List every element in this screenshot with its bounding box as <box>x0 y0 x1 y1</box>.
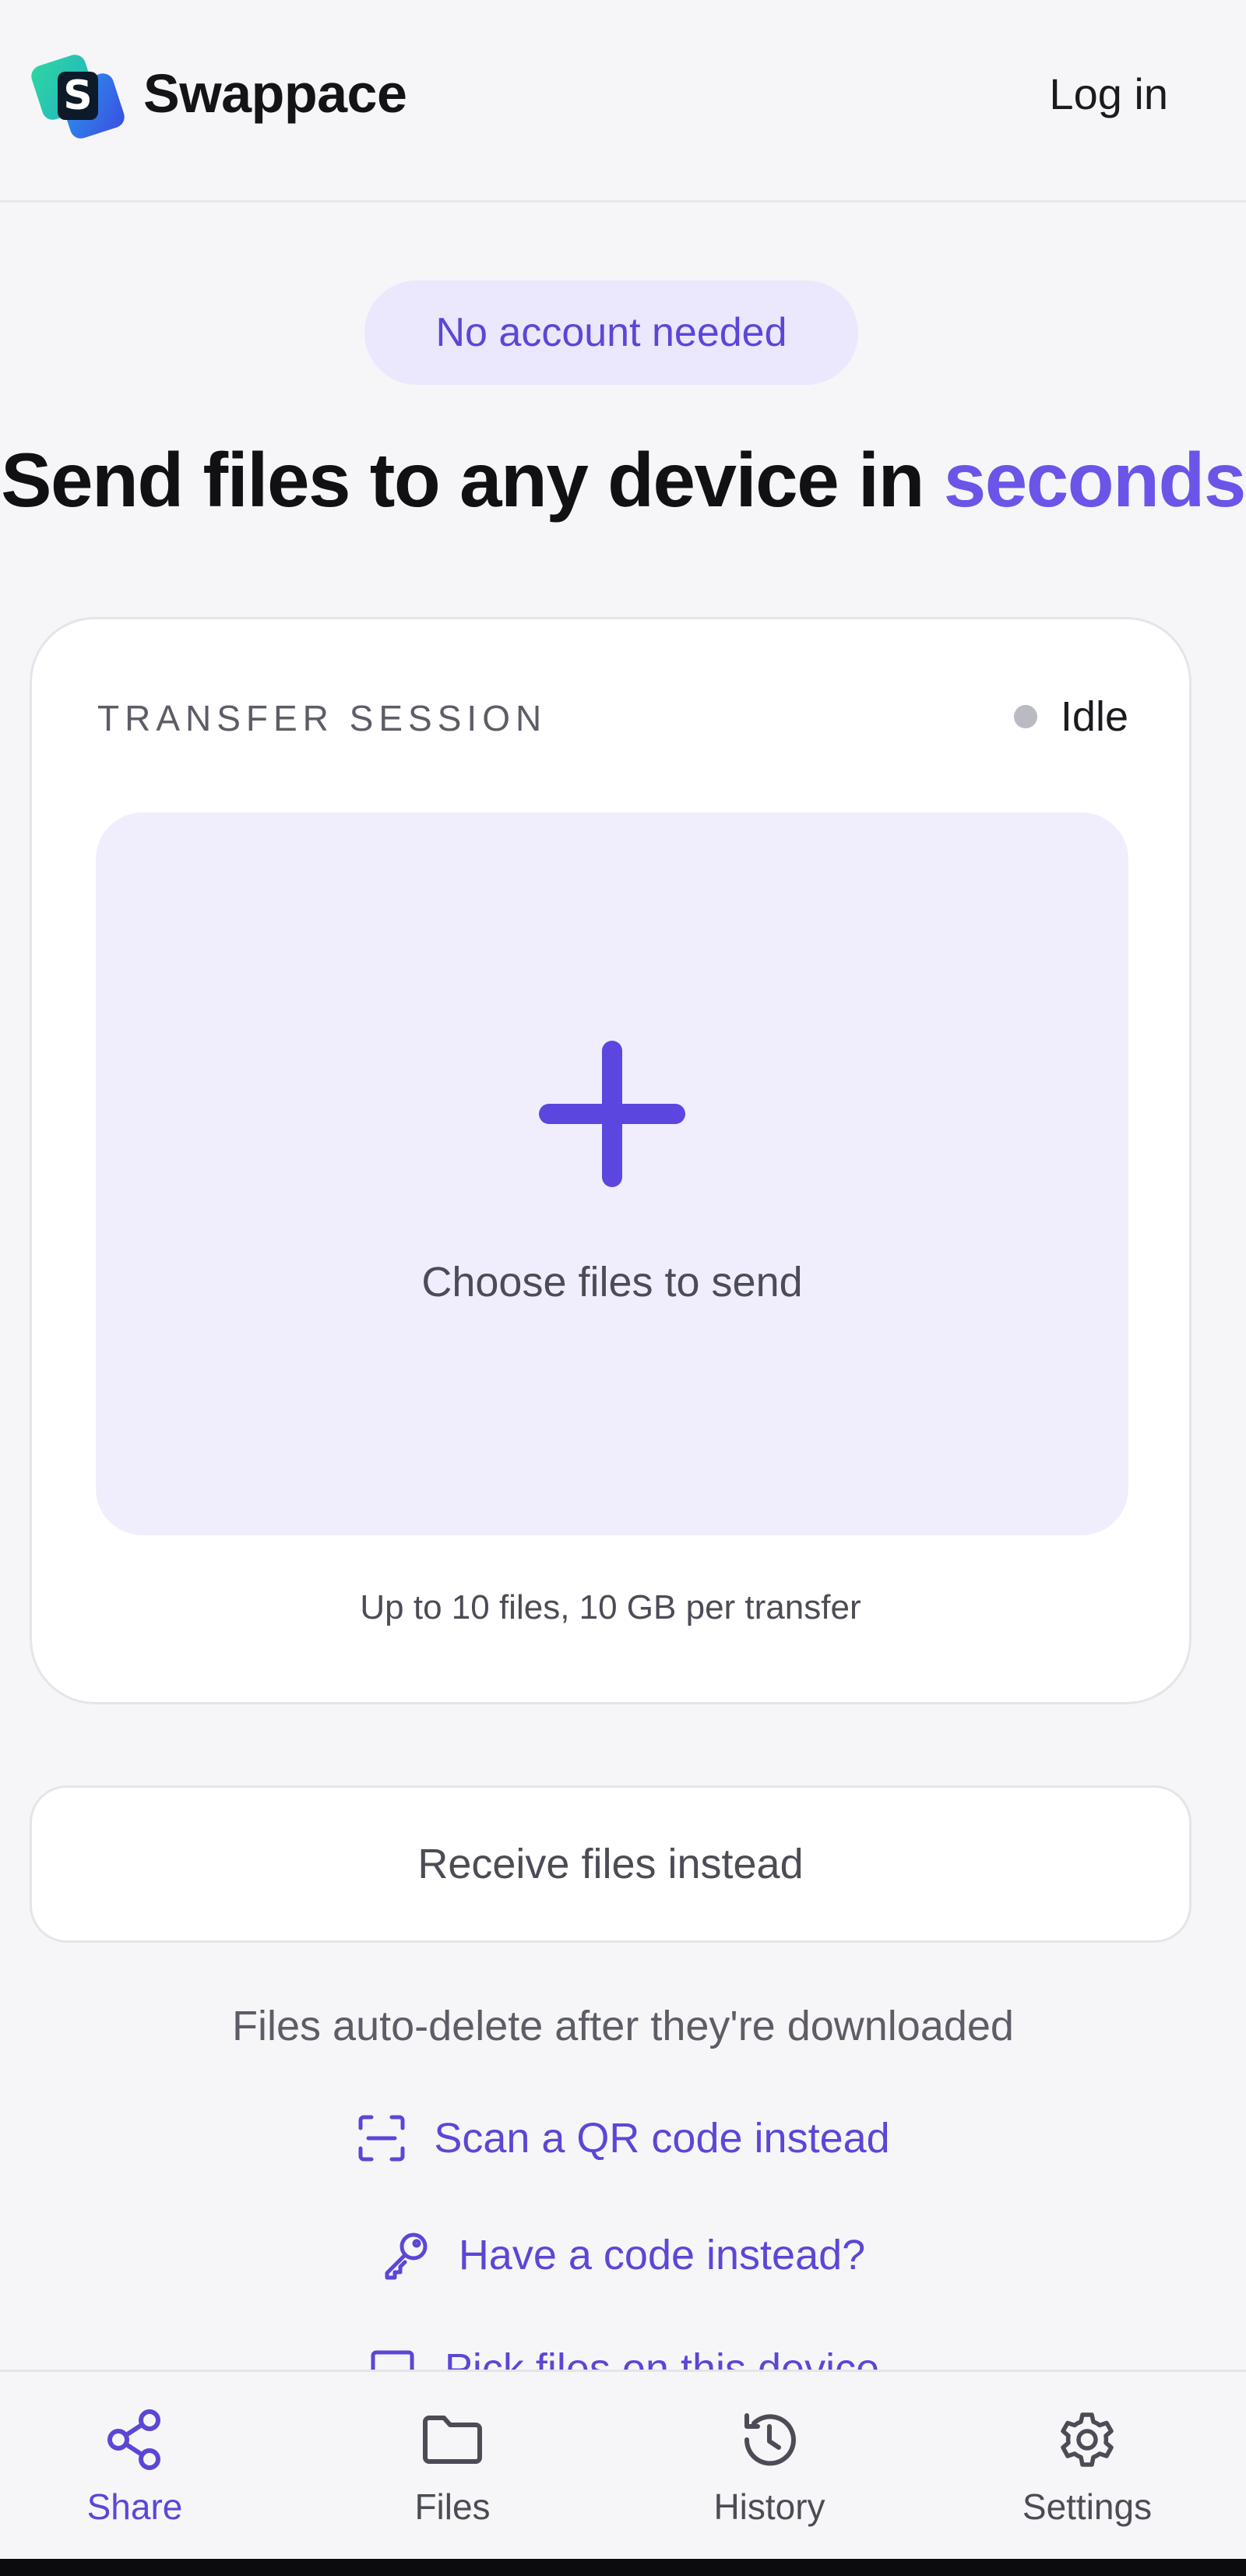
autodelete-note: Files auto-delete after they're download… <box>232 2003 1014 2049</box>
have-code-label: Have a code instead? <box>458 2232 866 2278</box>
receive-files-label: Receive files instead <box>417 1841 804 1887</box>
swappace-logo-icon[interactable]: S <box>31 48 125 145</box>
nav-label-settings: Settings <box>1022 2486 1153 2527</box>
folder-icon <box>423 2416 482 2464</box>
nav-label-share: Share <box>86 2486 183 2527</box>
no-account-badge: No account needed <box>364 280 858 385</box>
qr-scan-icon <box>358 2115 405 2162</box>
key-icon <box>385 2232 428 2280</box>
gear-icon <box>1061 2412 1114 2467</box>
app-header: S Swappace Log in <box>0 0 1246 203</box>
bottom-navigation: Share Files History Settings <box>0 2370 1246 2559</box>
have-code-link[interactable]: Have a code instead? <box>0 2229 1246 2281</box>
system-bar <box>0 2559 1246 2576</box>
transfer-session-card: TRANSFER SESSION Idle Choose files to se… <box>30 617 1191 1704</box>
scan-qr-link[interactable]: Scan a QR code instead <box>0 2113 1246 2164</box>
session-status-text: Idle <box>1060 693 1128 740</box>
session-status: Idle <box>1013 692 1128 741</box>
choose-files-dropzone[interactable]: Choose files to send <box>96 812 1128 1535</box>
status-dot-icon <box>1013 705 1037 728</box>
receive-files-button[interactable]: Receive files instead <box>30 1785 1191 1943</box>
nav-item-files[interactable]: Files <box>297 2372 608 2559</box>
nav-item-share[interactable]: Share <box>0 2372 290 2559</box>
nav-item-history[interactable]: History <box>614 2372 925 2559</box>
page-headline: Send files to any device in seconds <box>0 436 1246 524</box>
scan-qr-label: Scan a QR code instead <box>434 2115 890 2162</box>
nav-label-files: Files <box>414 2486 491 2527</box>
headline-main: Send files to any device in <box>1 437 944 523</box>
history-icon <box>744 2413 796 2466</box>
share-icon <box>107 2409 160 2470</box>
choose-files-label: Choose files to send <box>421 1259 803 1306</box>
transfer-limits: Up to 10 files, 10 GB per transfer <box>360 1588 861 1626</box>
no-account-badge-label: No account needed <box>435 310 787 355</box>
headline-accent: seconds <box>943 437 1246 523</box>
brand-name: Swappace <box>143 63 407 124</box>
nav-label-history: History <box>713 2486 825 2527</box>
plus-icon <box>539 1041 685 1187</box>
nav-item-settings[interactable]: Settings <box>931 2372 1243 2559</box>
transfer-session-label: TRANSFER SESSION <box>97 698 547 738</box>
login-link[interactable]: Log in <box>1049 69 1168 119</box>
svg-text:S: S <box>63 72 92 119</box>
